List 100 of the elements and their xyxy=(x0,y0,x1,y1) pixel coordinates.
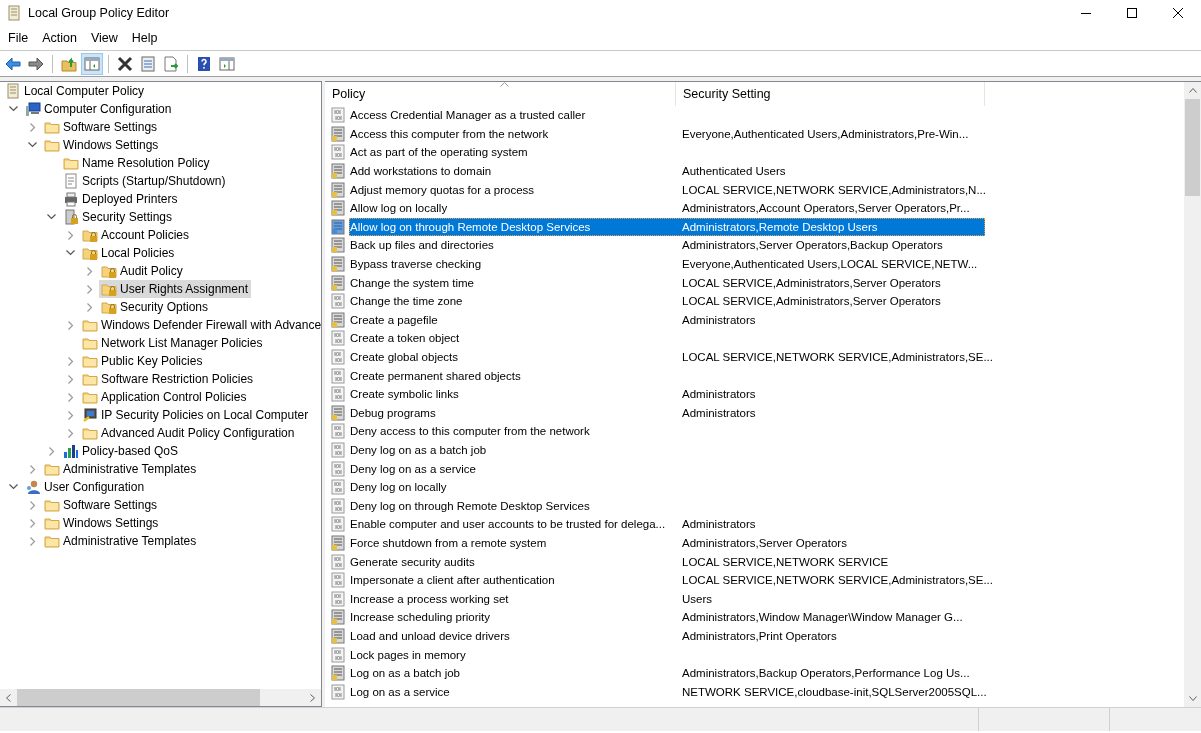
chevron-right-icon[interactable] xyxy=(86,266,93,276)
chevron-right-icon[interactable] xyxy=(67,410,74,420)
list-row[interactable]: Back up files and directories Administrators,Server Operators,Backup Operators xyxy=(349,236,985,255)
list-row[interactable]: Access this computer from the network Everyone,Authenticated Users,Administrators,Pre-Win... xyxy=(349,124,985,144)
chevron-right-icon[interactable] xyxy=(29,500,36,510)
chevron-right-icon[interactable] xyxy=(67,374,74,384)
chevron-right-icon[interactable] xyxy=(86,284,93,294)
list-row[interactable]: Increase scheduling priority Administrators,Window Manager\Window Manager G... xyxy=(349,608,985,627)
chevron-right-icon[interactable] xyxy=(67,230,74,240)
list-row[interactable]: Deny log on through Remote Desktop Services xyxy=(349,496,985,516)
list-row[interactable]: Increase a process working set Users xyxy=(349,589,985,609)
chevron-right-icon[interactable] xyxy=(29,536,36,546)
list-row[interactable]: Access Credential Manager as a trusted caller xyxy=(349,106,985,125)
list-row[interactable]: Debug programs Administrators xyxy=(349,403,985,423)
chevron-right-icon[interactable] xyxy=(48,446,55,456)
chevron-down-icon[interactable] xyxy=(28,142,37,148)
tree-item[interactable]: Public Key Policies xyxy=(80,352,206,370)
tree-item[interactable]: Policy-based QoS xyxy=(61,442,182,460)
scroll-up-icon[interactable] xyxy=(1188,88,1197,93)
list-row[interactable]: Adjust memory quotas for a process LOCAL SERVICE,NETWORK SERVICE,Administrators,N... xyxy=(349,180,985,199)
list-row[interactable]: Log on as a service NETWORK SERVICE,cloudbase-init,SQLServer2005SQL... xyxy=(349,682,985,701)
policy-icon xyxy=(330,590,346,607)
menu-item[interactable]: View xyxy=(83,28,125,48)
tree-item[interactable]: Administrative Templates xyxy=(42,460,200,478)
list-row[interactable]: Lock pages in memory xyxy=(349,645,985,664)
list-row[interactable]: Force shutdown from a remote system Administrators,Server Operators xyxy=(349,533,985,553)
security-setting: Administrators,Window Manager\Window Manager G... xyxy=(682,611,963,624)
policy-icon xyxy=(330,330,346,347)
list-row[interactable]: Deny log on as a batch job xyxy=(349,440,985,460)
chevron-right-icon[interactable] xyxy=(67,356,74,366)
chevron-down-icon[interactable] xyxy=(47,214,56,220)
tree-item[interactable]: Software Settings xyxy=(42,118,161,136)
chevron-down-icon[interactable] xyxy=(9,484,18,490)
scroll-right-icon[interactable] xyxy=(310,693,315,702)
list-row[interactable]: Allow log on locally Administrators,Account Operators,Server Operators,Pr... xyxy=(349,198,985,218)
list-row[interactable]: Create permanent shared objects xyxy=(349,366,985,385)
chevron-right-icon[interactable] xyxy=(67,320,74,330)
chevron-right-icon[interactable] xyxy=(86,302,93,312)
chevron-right-icon[interactable] xyxy=(67,392,74,402)
menu-item[interactable]: Help xyxy=(124,28,165,48)
tree-item[interactable]: IP Security Policies on Local Computer xyxy=(80,406,312,424)
list-row[interactable]: Bypass traverse checking Everyone,Authenticated Users,LOCAL SERVICE,NETW... xyxy=(349,254,985,274)
tree-item[interactable]: Software Settings xyxy=(42,496,161,514)
tree-item[interactable]: Windows Settings xyxy=(42,514,162,532)
tree-item[interactable]: Windows Defender Firewall with Advance xyxy=(80,316,321,334)
tree-item[interactable]: Administrative Templates xyxy=(42,532,200,550)
column-header[interactable]: Policy xyxy=(325,82,676,106)
tree-item[interactable]: Security Settings xyxy=(61,208,176,226)
menu-item[interactable]: File xyxy=(1,28,36,48)
list-row[interactable]: Add workstations to domain Authenticated Users xyxy=(349,161,985,181)
scroll-down-icon[interactable] xyxy=(1188,696,1197,701)
chevron-right-icon[interactable] xyxy=(29,464,36,474)
tree-item[interactable]: Account Policies xyxy=(80,226,193,244)
list-row[interactable]: Load and unload device drivers Administrators,Print Operators xyxy=(349,626,985,646)
list-row[interactable]: Act as part of the operating system xyxy=(349,143,985,162)
tree-item[interactable]: User Configuration xyxy=(23,478,148,496)
folder-icon xyxy=(82,389,98,405)
tree-item[interactable]: Scripts (Startup/Shutdown) xyxy=(61,172,229,190)
tree-item[interactable]: Windows Settings xyxy=(42,136,162,154)
scroll-left-icon[interactable] xyxy=(6,693,11,702)
list-row[interactable]: Create a token object xyxy=(349,329,985,348)
list-row[interactable]: Change the time zone LOCAL SERVICE,Administrators,Server Operators xyxy=(349,291,985,311)
tree-item[interactable]: Deployed Printers xyxy=(61,190,181,208)
list-row[interactable]: Create symbolic links Administrators xyxy=(349,384,985,404)
list-row[interactable]: Allow log on through Remote Desktop Services Administrators,Remote Desktop Users xyxy=(349,217,985,237)
tree-item[interactable]: Computer Configuration xyxy=(23,100,175,118)
chevron-down-icon[interactable] xyxy=(66,250,75,256)
chevron-right-icon[interactable] xyxy=(29,518,36,528)
tree-item[interactable]: Software Restriction Policies xyxy=(80,370,257,388)
list-row[interactable]: Create a pagefile Administrators xyxy=(349,310,985,330)
column-header[interactable]: Security Setting xyxy=(676,82,985,106)
tree-item[interactable]: Name Resolution Policy xyxy=(61,154,213,172)
tree-item[interactable]: User Rights Assignment xyxy=(99,280,252,298)
list-row[interactable]: Deny access to this computer from the network xyxy=(349,422,985,441)
tree-item[interactable]: Network List Manager Policies xyxy=(80,334,266,352)
scrollbar-thumb[interactable] xyxy=(1185,99,1200,196)
tree-item[interactable]: Application Control Policies xyxy=(80,388,250,406)
policy-icon xyxy=(330,367,346,384)
tree-item[interactable]: Local Computer Policy xyxy=(3,82,148,100)
tree-item[interactable]: Local Policies xyxy=(80,244,178,262)
list-row[interactable]: Change the system time LOCAL SERVICE,Administrators,Server Operators xyxy=(349,273,985,292)
scrollbar-thumb[interactable] xyxy=(17,689,260,706)
list-row[interactable]: Deny log on as a service xyxy=(349,459,985,478)
tree-item[interactable]: Audit Policy xyxy=(99,262,186,280)
security-setting: Users xyxy=(682,592,713,605)
chevron-down-icon[interactable] xyxy=(9,106,18,112)
folder-icon xyxy=(44,515,60,531)
menu-item[interactable]: Action xyxy=(35,28,84,48)
list-row[interactable]: Enable computer and user accounts to be trusted for delega... Administrators xyxy=(349,515,985,534)
list-row[interactable]: Deny log on locally xyxy=(349,477,985,497)
list-row[interactable]: Generate security audits LOCAL SERVICE,NETWORK SERVICE xyxy=(349,552,985,571)
list-row[interactable]: Log on as a batch job Administrators,Backup Operators,Performance Log Us... xyxy=(349,663,985,683)
policy-icon xyxy=(330,218,346,235)
chevron-right-icon[interactable] xyxy=(29,122,36,132)
policy-name: Impersonate a client after authentication xyxy=(349,574,556,587)
tree-item[interactable]: Security Options xyxy=(99,298,212,316)
chevron-right-icon[interactable] xyxy=(67,428,74,438)
policy-name: Enable computer and user accounts to be trusted for delega... xyxy=(349,518,667,531)
policy-name: Deny log on as a batch job xyxy=(349,444,488,456)
tree-item[interactable]: Advanced Audit Policy Configuration xyxy=(80,424,298,442)
